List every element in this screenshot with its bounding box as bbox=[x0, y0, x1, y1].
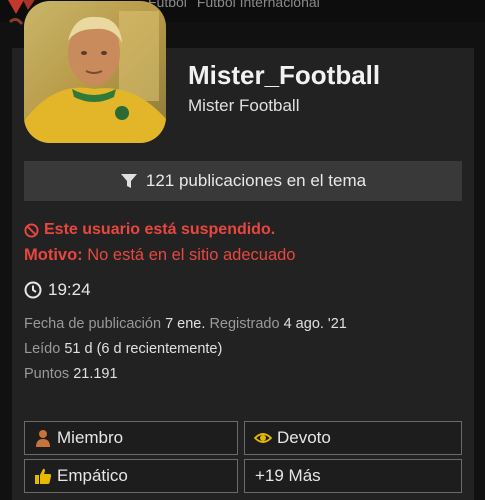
user-full-name: Mister Football bbox=[188, 96, 300, 115]
badge-label: Miembro bbox=[57, 428, 124, 447]
local-time: 19:24 bbox=[24, 280, 91, 300]
badge-miembro[interactable]: Miembro bbox=[24, 421, 238, 455]
eye-icon bbox=[254, 433, 272, 443]
read-label: Leído bbox=[24, 341, 61, 357]
breadcrumb: Fútbol Fútbol Internacional bbox=[148, 0, 326, 10]
points-row: Puntos 21.191 bbox=[24, 366, 118, 382]
clock-icon bbox=[24, 281, 42, 299]
reason-value: No está en el sitio adecuado bbox=[87, 246, 296, 264]
badge-empatico[interactable]: Empático bbox=[24, 459, 238, 493]
badge-label: Empático bbox=[57, 466, 128, 485]
points-label: Puntos bbox=[24, 366, 70, 382]
breadcrumb-item-futbol-internacional[interactable]: Fútbol Internacional bbox=[197, 0, 320, 10]
avatar[interactable] bbox=[24, 1, 166, 143]
suspension-reason: Motivo: No está en el sitio adecuado bbox=[24, 246, 295, 265]
local-time-value: 19:24 bbox=[48, 280, 91, 299]
ban-icon bbox=[24, 222, 39, 238]
reason-label: Motivo: bbox=[24, 246, 83, 264]
points-value: 21.191 bbox=[73, 366, 118, 382]
more-badges-label: +19 Más bbox=[255, 466, 321, 485]
filter-posts-label: 121 publicaciones en el tema bbox=[145, 171, 367, 190]
read-value: 51 d (6 d recientemente) bbox=[64, 341, 223, 357]
posted-value[interactable]: 7 ene. bbox=[165, 316, 205, 332]
read-time-row: Leído 51 d (6 d recientemente) bbox=[24, 341, 222, 357]
registered-value: 4 ago. '21 bbox=[283, 316, 347, 332]
more-badges-button[interactable]: +19 Más bbox=[244, 459, 462, 493]
posted-label: Fecha de publicación bbox=[24, 316, 162, 332]
suspension-notice: Este usuario está suspendido. bbox=[24, 221, 275, 239]
avatar-image bbox=[24, 1, 166, 143]
registered-label: Registrado bbox=[209, 316, 280, 332]
suspension-message: Este usuario está suspendido. bbox=[44, 221, 276, 238]
person-icon bbox=[36, 430, 50, 447]
thumbs-up-icon bbox=[35, 468, 52, 484]
username: Mister_Football bbox=[188, 60, 381, 90]
posted-registered-row: Fecha de publicación 7 ene. Registrado 4… bbox=[24, 316, 347, 332]
filter-posts-button[interactable]: 121 publicaciones en el tema bbox=[24, 161, 462, 201]
filter-icon bbox=[120, 174, 137, 188]
badge-devoto[interactable]: Devoto bbox=[244, 421, 462, 455]
badge-label: Devoto bbox=[277, 428, 331, 447]
